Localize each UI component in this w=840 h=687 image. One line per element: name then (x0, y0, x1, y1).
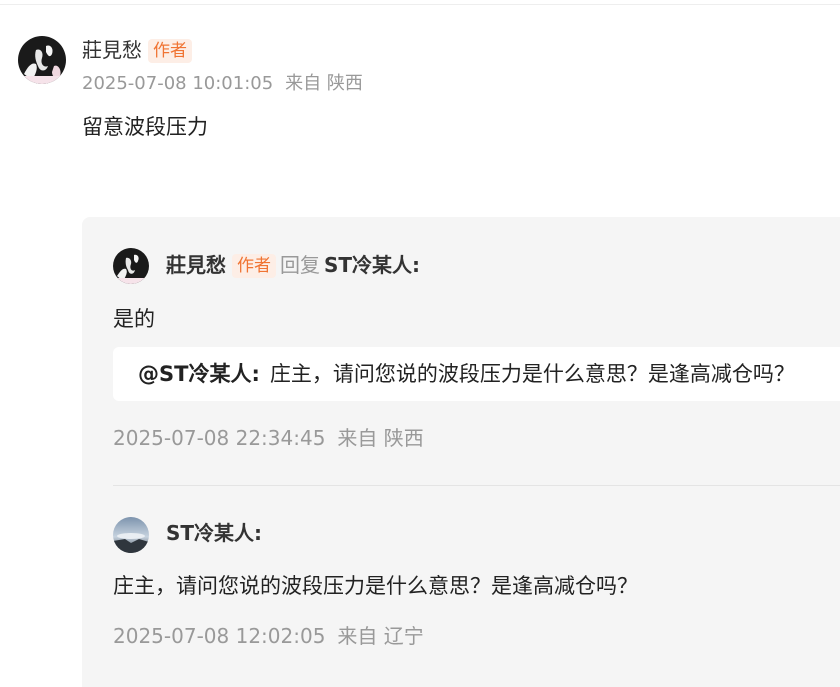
reply-content: 是的 (113, 307, 155, 331)
comment-location: 来自 陕西 (285, 73, 363, 94)
top-divider (0, 4, 840, 5)
quoted-comment[interactable]: @ST冷某人: 庄主，请问您说的波段压力是什么意思？是逢高减仓吗？ (113, 347, 840, 401)
reply-location: 来自 辽宁 (337, 624, 424, 648)
reply-header: ST冷某人: (166, 519, 262, 547)
comment-meta: 2025-07-08 10:01:05 来自 陕西 (82, 72, 363, 96)
reply-location: 来自 陕西 (337, 426, 424, 450)
avatar[interactable] (18, 36, 66, 84)
quote-text: @ST冷某人: 庄主，请问您说的波段压力是什么意思？是逢高减仓吗？ (138, 360, 795, 388)
reply-content: 庄主，请问您说的波段压力是什么意思？是逢高减仓吗？ (113, 574, 638, 598)
reply-divider (113, 485, 840, 486)
comment-author: 莊見愁 作者 (82, 36, 192, 64)
reply-header: 莊見愁 作者 回复 ST冷某人: (166, 251, 420, 279)
reply-target[interactable]: ST冷某人: (324, 253, 420, 277)
avatar[interactable] (113, 517, 149, 553)
avatar[interactable] (113, 248, 149, 284)
reply-meta: 2025-07-08 22:34:45 来自 陕西 (113, 424, 424, 452)
reply-verb: 回复 (280, 253, 320, 277)
reply-timestamp: 2025-07-08 12:02:05 (113, 624, 326, 648)
reply-timestamp: 2025-07-08 22:34:45 (113, 426, 326, 450)
reply-list: 莊見愁 作者 回复 ST冷某人: 是的 @ST冷某人: 庄主，请问您说的波段压力是什么意… (82, 217, 840, 687)
comment-content: 留意波段压力 (82, 115, 208, 139)
quote-body: 庄主，请问您说的波段压力是什么意思？是逢高减仓吗？ (269, 362, 795, 386)
reply-author[interactable]: ST冷某人: (166, 521, 262, 545)
author-name[interactable]: 莊見愁 (82, 38, 142, 62)
reply-meta: 2025-07-08 12:02:05 来自 辽宁 (113, 622, 424, 650)
author-badge: 作者 (232, 254, 276, 278)
comment-timestamp: 2025-07-08 10:01:05 (82, 73, 274, 94)
quote-author[interactable]: @ST冷某人: (138, 362, 260, 386)
author-badge: 作者 (148, 39, 192, 63)
reply-author[interactable]: 莊見愁 (166, 253, 226, 277)
